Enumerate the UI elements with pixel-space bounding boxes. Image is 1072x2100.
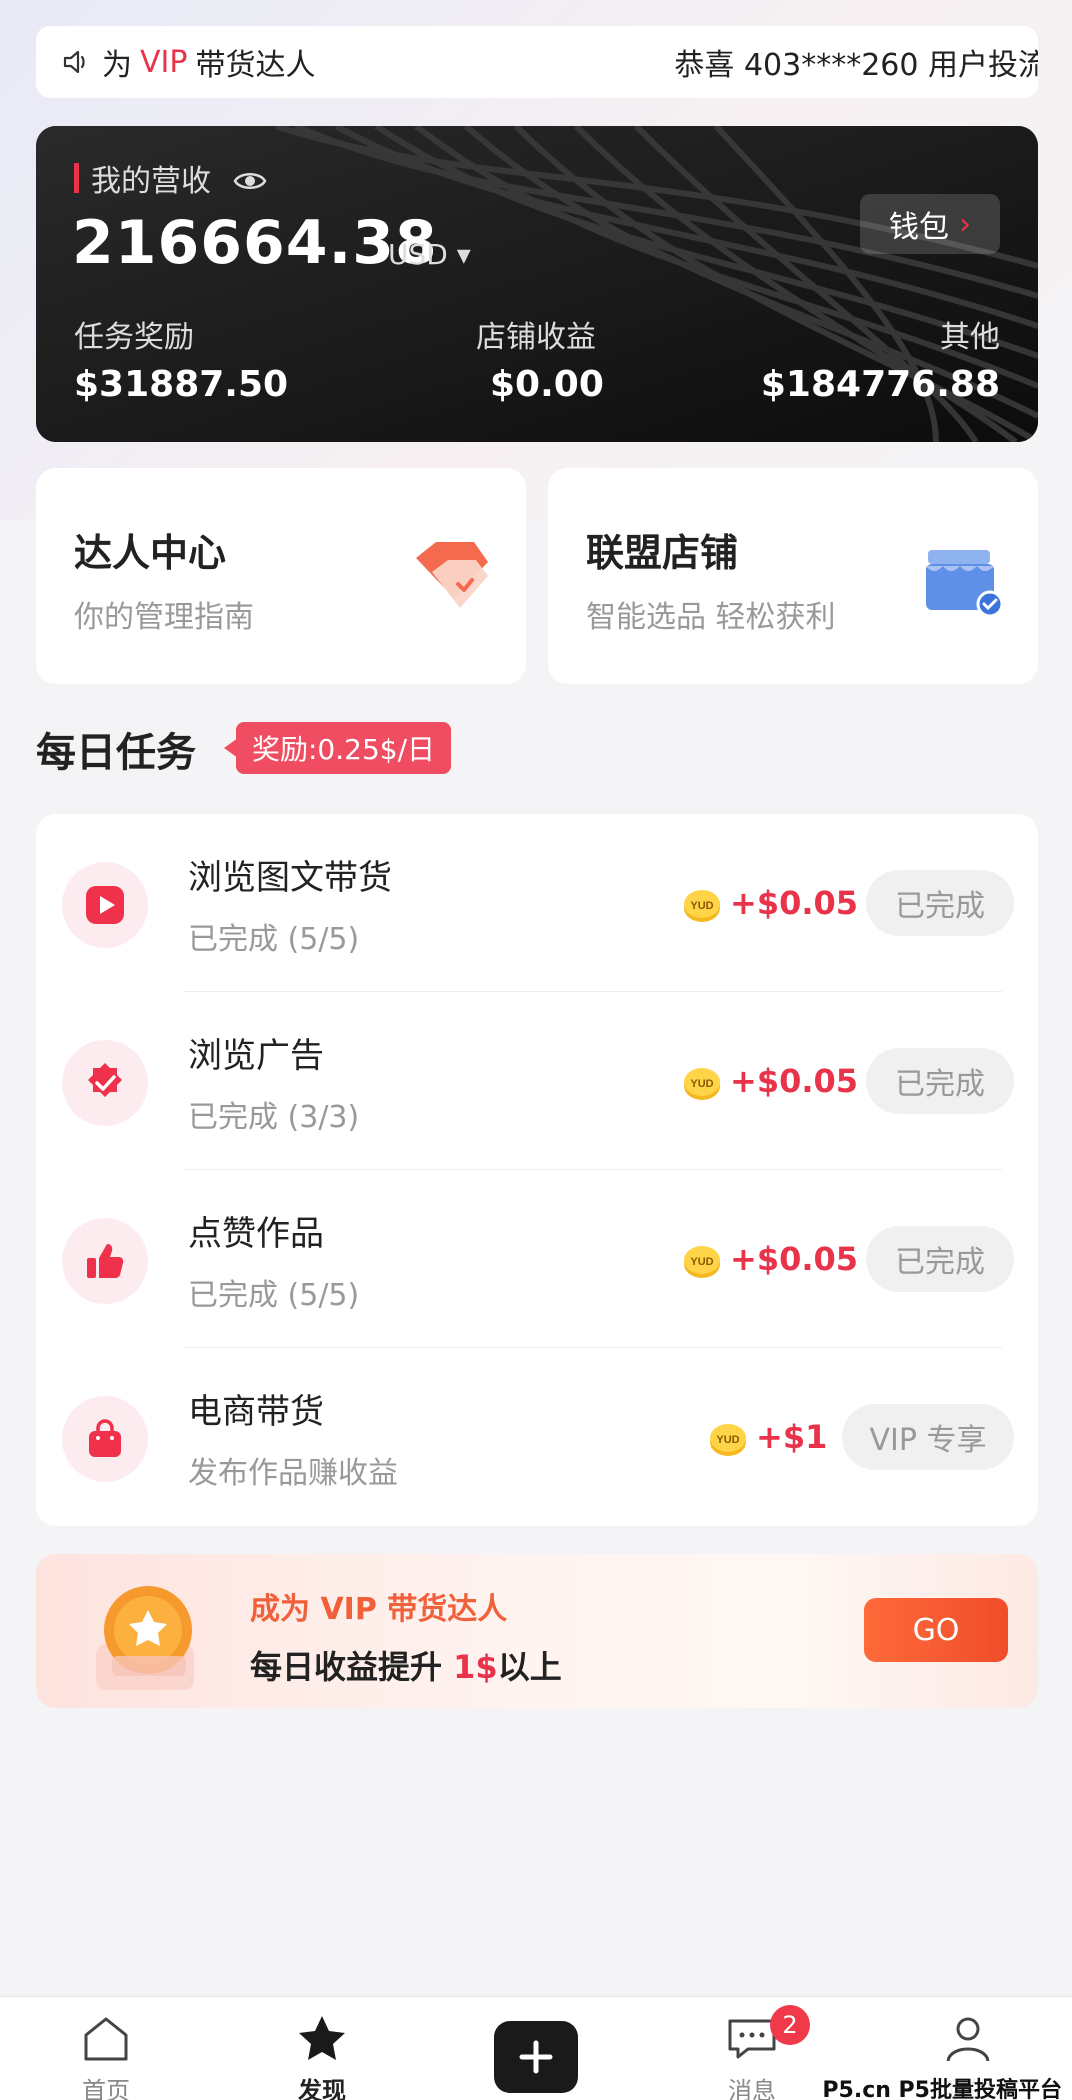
revenue-card: 我的营收 216664.38 USD ▾ 钱包 › 任务奖励 $31887.50… (36, 126, 1038, 442)
store-icon (926, 550, 1004, 618)
creator-center-title: 达人中心 (74, 531, 227, 575)
profile-icon (946, 2017, 990, 2062)
speaker-icon (62, 46, 96, 78)
home-icon (84, 2017, 128, 2061)
nav-home[interactable]: 首页 (46, 2013, 166, 2100)
task-name: 点赞作品 (188, 1214, 324, 1254)
vip-banner-highlight: 1$ (453, 1648, 498, 1686)
diamond-icon (416, 542, 488, 608)
stat-label-task: 任务奖励 (74, 320, 194, 355)
task-name: 电商带货 (188, 1392, 324, 1432)
task-done-button[interactable]: 已完成 (866, 1048, 1014, 1114)
chevron-right-icon: › (959, 206, 971, 242)
marquee-suffix: 带货达人 (195, 48, 316, 83)
vip-banner-title: 成为 VIP 带货达人 (250, 1592, 508, 1627)
coin-icon: YUD (684, 1068, 720, 1100)
stat-value-task: $31887.50 (74, 364, 289, 405)
watermark: P5.cn P5批量投稿平台 (818, 2070, 1066, 2100)
coin-label: YUD (690, 1078, 713, 1090)
thumbs-up-icon (62, 1218, 148, 1304)
vip-banner-subtitle: 每日收益提升 1$以上 (250, 1642, 562, 1688)
task-status: 已完成 (3/3) (188, 1100, 360, 1135)
task-row-browse-ads: 浏览广告 已完成 (3/3) YUD +$0.05 已完成 (36, 992, 1038, 1170)
shopping-bag-icon (62, 1396, 148, 1482)
coin-label: YUD (690, 900, 713, 912)
stat-value-store: $0.00 (490, 364, 604, 405)
task-status: 已完成 (5/5) (188, 1278, 360, 1313)
daily-tasks-title: 每日任务 (36, 730, 196, 776)
coin-icon: YUD (684, 890, 720, 922)
stat-value-other: $184776.88 (760, 364, 1000, 405)
nav-discover[interactable]: 发现 (262, 2013, 382, 2100)
vip-banner-subtitle-post: 以上 (497, 1648, 562, 1686)
creator-center-subtitle: 你的管理指南 (74, 600, 254, 635)
vip-exclusive-button[interactable]: VIP 专享 (842, 1404, 1014, 1470)
nav-discover-label: 发现 (298, 2077, 346, 2100)
task-status: 发布作品赚收益 (188, 1456, 398, 1491)
task-row-browse-posts: 浏览图文带货 已完成 (5/5) YUD +$0.05 已完成 (36, 814, 1038, 992)
coin-label: YUD (716, 1434, 739, 1446)
stat-label-other: 其他 (940, 320, 1000, 355)
task-reward: +$0.05 (730, 1240, 859, 1278)
plus-icon (519, 2040, 553, 2074)
message-count-badge: 2 (770, 2005, 810, 2045)
marquee-vip: VIP (140, 44, 188, 80)
eye-icon[interactable] (233, 166, 267, 190)
coin-label: YUD (690, 1256, 713, 1268)
vip-promo-banner[interactable]: 成为 VIP 带货达人 每日收益提升 1$以上 GO (36, 1554, 1038, 1708)
coin-icon: YUD (684, 1246, 720, 1278)
task-reward: +$0.05 (730, 884, 859, 922)
announcement-marquee[interactable]: 为 VIP 带货达人 恭喜 403****260 用户投流 (36, 26, 1038, 98)
task-name: 浏览广告 (188, 1036, 324, 1076)
revenue-amount: 216664.38 (72, 208, 438, 278)
accent-bar (74, 163, 79, 193)
vip-medal-icon (96, 1586, 194, 1690)
marquee-congrats: 恭喜 403****260 用户投流 (674, 48, 1038, 83)
coin-icon: YUD (710, 1424, 746, 1456)
daily-reward-tag: 奖励:0.25$/日 (223, 722, 452, 774)
verified-badge-icon (62, 1040, 148, 1126)
play-icon (62, 862, 148, 948)
vip-banner-subtitle-pre: 每日收益提升 (250, 1648, 454, 1686)
marquee-prefix: 为 (102, 48, 132, 83)
task-list: 浏览图文带货 已完成 (5/5) YUD +$0.05 已完成 浏览广告 已完成… (36, 814, 1038, 1526)
revenue-label: 我的营收 (91, 164, 211, 199)
alliance-store-subtitle: 智能选品 轻松获利 (586, 600, 836, 635)
go-button[interactable]: GO (864, 1598, 1008, 1662)
task-reward: +$1 (756, 1418, 828, 1456)
alliance-store-card[interactable]: 联盟店铺 智能选品 轻松获利 (548, 468, 1038, 684)
task-done-button[interactable]: 已完成 (866, 870, 1014, 936)
nav-home-label: 首页 (82, 2077, 130, 2100)
creator-center-card[interactable]: 达人中心 你的管理指南 (36, 468, 526, 684)
task-name: 浏览图文带货 (188, 858, 392, 898)
task-row-ecommerce: 电商带货 发布作品赚收益 YUD +$1 VIP 专享 (36, 1348, 1038, 1526)
create-button[interactable] (494, 2021, 578, 2093)
revenue-label-row: 我的营收 (74, 156, 267, 200)
task-row-like-works: 点赞作品 已完成 (5/5) YUD +$0.05 已完成 (36, 1170, 1038, 1348)
wallet-button[interactable]: 钱包 › (860, 194, 1000, 254)
alliance-store-title: 联盟店铺 (586, 531, 739, 575)
nav-messages-label: 消息 (728, 2077, 776, 2100)
wallet-label: 钱包 (889, 210, 949, 245)
star-icon (299, 2016, 345, 2060)
task-status: 已完成 (5/5) (188, 922, 360, 957)
task-reward: +$0.05 (730, 1062, 859, 1100)
currency-select[interactable]: USD ▾ (388, 238, 471, 271)
task-done-button[interactable]: 已完成 (866, 1226, 1014, 1292)
stat-label-store: 店铺收益 (476, 320, 596, 355)
